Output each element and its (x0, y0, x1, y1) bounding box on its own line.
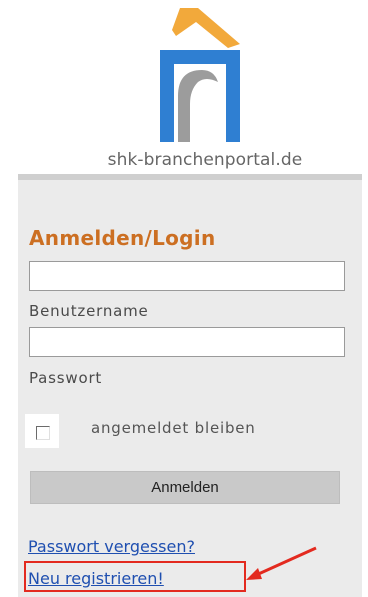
password-label: Passwort (29, 369, 103, 387)
login-box-top-bar (18, 174, 362, 180)
username-input[interactable] (29, 261, 345, 291)
site-name: shk-branchenportal.de (107, 150, 303, 170)
logo (150, 8, 244, 148)
username-label: Benutzername (29, 302, 149, 320)
forgot-password-link[interactable]: Passwort vergessen? (28, 537, 195, 556)
login-box: Anmelden/Login Benutzername Passwort ang… (18, 174, 362, 597)
register-link[interactable]: Neu registrieren! (28, 569, 164, 588)
remember-label: angemeldet bleiben (91, 419, 256, 437)
login-title: Anmelden/Login (29, 226, 216, 250)
password-input[interactable] (29, 327, 345, 357)
login-button[interactable]: Anmelden (30, 471, 340, 504)
remember-checkbox[interactable] (36, 426, 50, 440)
remember-checkbox-wrap (25, 414, 59, 448)
annotation-arrow-icon (244, 546, 324, 586)
